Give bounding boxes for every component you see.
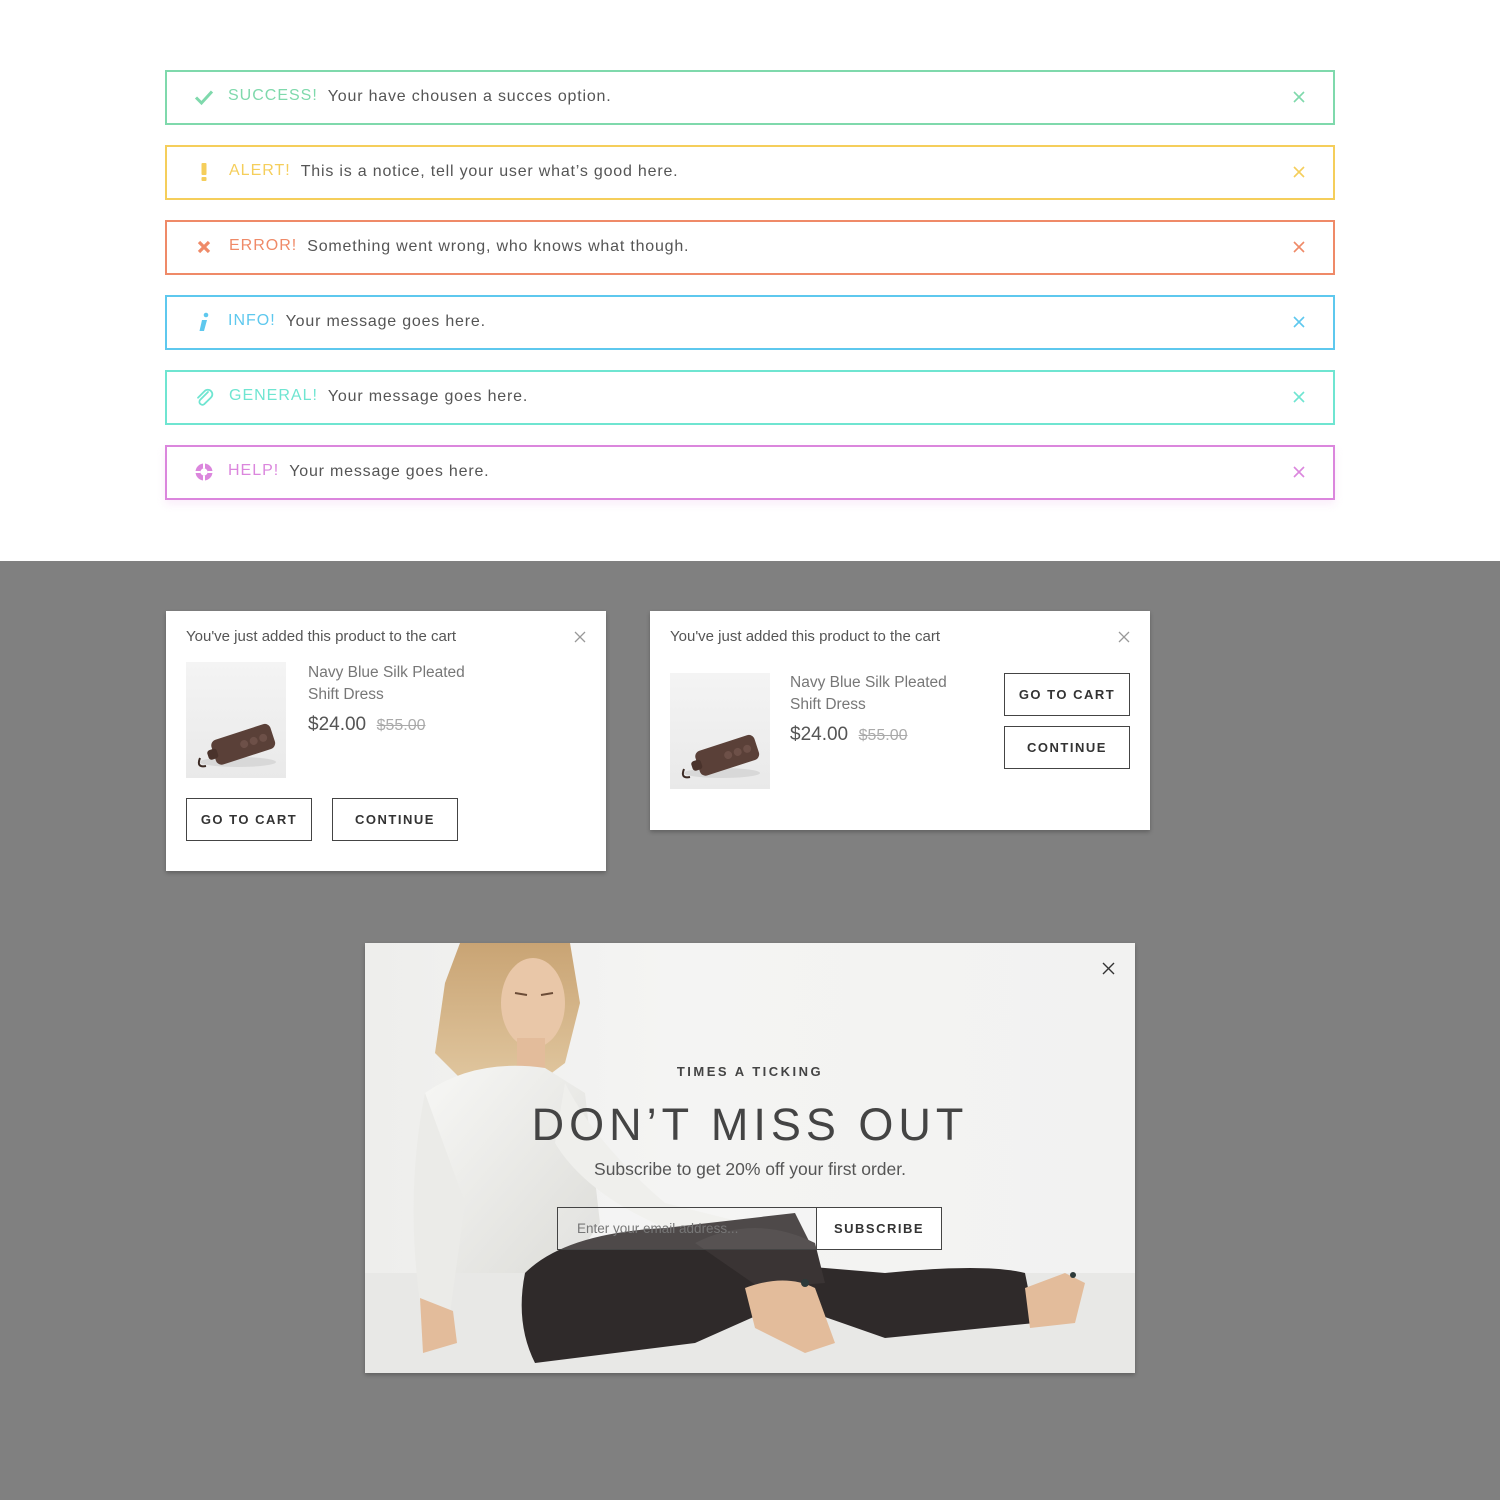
go-to-cart-button[interactable]: GO TO CART xyxy=(1004,673,1130,716)
alert-label: GENERAL! xyxy=(229,387,318,404)
alert-error: ERROR! Something went wrong, who knows w… xyxy=(165,220,1335,275)
email-input[interactable] xyxy=(557,1207,817,1250)
cart-popup-horizontal: You've just added this product to the ca… xyxy=(650,611,1150,830)
product-image[interactable] xyxy=(670,673,770,789)
product-image[interactable] xyxy=(186,662,286,778)
close-icon[interactable] xyxy=(1102,962,1115,975)
cart-popup-title: You've just added this product to the ca… xyxy=(670,628,940,645)
subscribe-button[interactable]: SUBSCRIBE xyxy=(816,1207,942,1250)
lifebuoy-icon xyxy=(193,461,215,483)
alert-message: Something went wrong, who knows what tho… xyxy=(307,238,690,255)
alert-success: SUCCESS! Your have chousen a succes opti… xyxy=(165,70,1335,125)
newsletter-popup: TIMES A TICKING DON’T MISS OUT Subscribe… xyxy=(365,943,1135,1373)
current-price: $24.00 xyxy=(790,724,849,745)
old-price: $55.00 xyxy=(858,727,908,744)
alert-message: Your message goes here. xyxy=(285,313,486,330)
close-icon[interactable] xyxy=(1291,464,1307,480)
alert-label: INFO! xyxy=(228,312,276,329)
alert-message: This is a notice, tell your user what’s … xyxy=(300,163,679,180)
alert-label: ERROR! xyxy=(229,237,298,254)
cart-popup-title: You've just added this product to the ca… xyxy=(186,628,456,645)
alert-warning: ALERT! This is a notice, tell your user … xyxy=(165,145,1335,200)
close-icon[interactable] xyxy=(1291,239,1307,255)
check-icon xyxy=(193,86,215,108)
newsletter-eyebrow: TIMES A TICKING xyxy=(676,1064,824,1079)
continue-button[interactable]: CONTINUE xyxy=(1004,726,1130,769)
alert-label: SUCCESS! xyxy=(228,87,318,104)
alert-help: HELP! Your message goes here. xyxy=(165,445,1335,500)
alert-message: Your have chousen a succes option. xyxy=(327,88,612,105)
close-icon[interactable] xyxy=(1291,89,1307,105)
current-price: $24.00 xyxy=(308,714,367,735)
alert-label: HELP! xyxy=(228,462,280,479)
close-icon[interactable] xyxy=(574,631,586,643)
product-name[interactable]: Navy Blue Silk Pleated Shift Dress xyxy=(790,672,980,716)
exclamation-icon xyxy=(193,161,215,183)
cross-icon xyxy=(193,236,215,258)
close-icon[interactable] xyxy=(1291,389,1307,405)
product-name[interactable]: Navy Blue Silk Pleated Shift Dress xyxy=(308,662,498,706)
alert-info: INFO! Your message goes here. xyxy=(165,295,1335,350)
old-price: $55.00 xyxy=(376,717,426,734)
close-icon[interactable] xyxy=(1291,164,1307,180)
newsletter-headline: DON’T MISS OUT xyxy=(531,1099,969,1150)
info-icon xyxy=(193,311,215,333)
alert-general: GENERAL! Your message goes here. xyxy=(165,370,1335,425)
model-photo xyxy=(365,943,1135,1373)
alerts-section: SUCCESS! Your have chousen a succes opti… xyxy=(0,0,1500,561)
continue-button[interactable]: CONTINUE xyxy=(332,798,458,841)
alert-label: ALERT! xyxy=(229,162,291,179)
cart-popup-vertical: You've just added this product to the ca… xyxy=(166,611,606,871)
product-price: $24.00 $55.00 xyxy=(790,724,908,746)
close-icon[interactable] xyxy=(1291,314,1307,330)
product-price: $24.00 $55.00 xyxy=(308,714,426,736)
close-icon[interactable] xyxy=(1118,631,1130,643)
alert-message: Your message goes here. xyxy=(289,463,490,480)
newsletter-subtitle: Subscribe to get 20% off your first orde… xyxy=(594,1159,906,1179)
paperclip-icon xyxy=(193,386,215,408)
alert-message: Your message goes here. xyxy=(327,388,529,405)
go-to-cart-button[interactable]: GO TO CART xyxy=(186,798,312,841)
